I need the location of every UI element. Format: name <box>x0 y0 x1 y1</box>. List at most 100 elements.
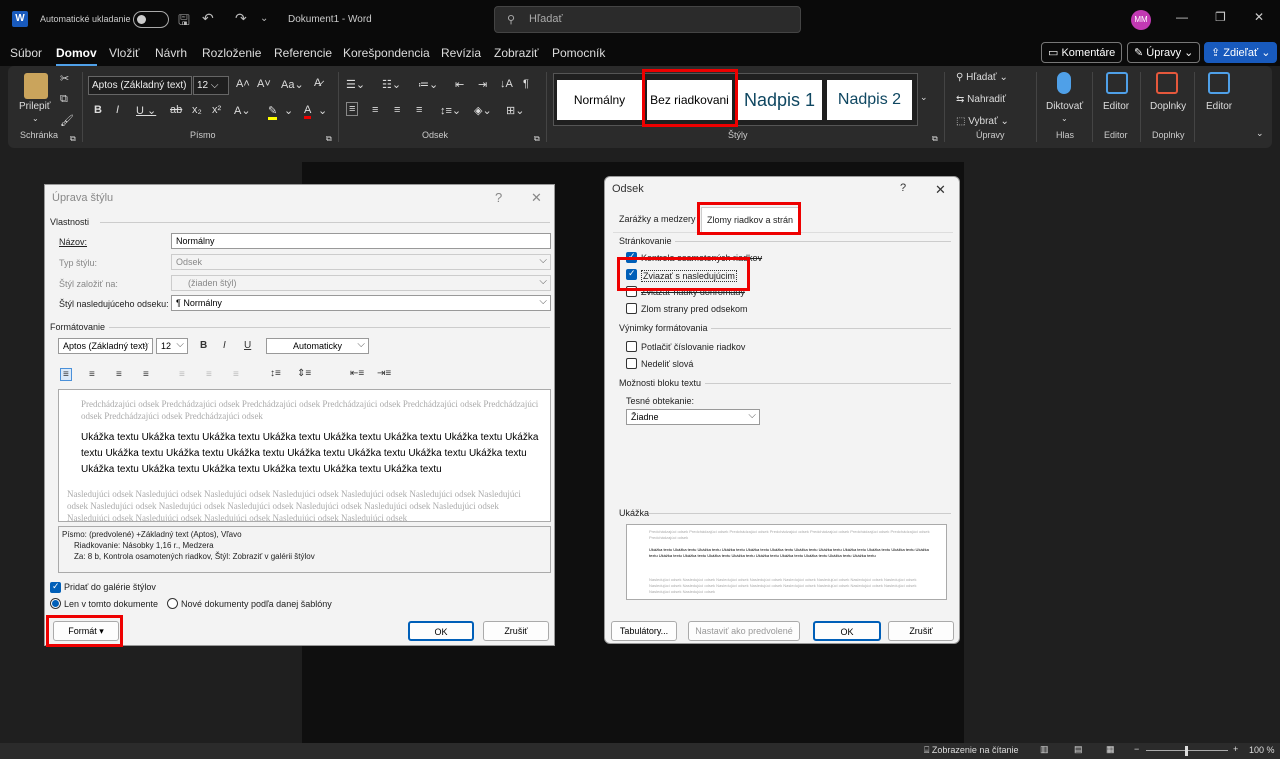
tab-pomocnik[interactable]: Pomocník <box>552 46 605 60</box>
decrease-indent-icon[interactable]: ⇤ <box>455 78 464 91</box>
format-painter-icon[interactable]: 🖌 <box>60 114 74 127</box>
tab-line-page-breaks[interactable]: Zlomy riadkov a strán <box>701 207 801 232</box>
collapse-ribbon-icon[interactable]: ⌄ <box>1256 128 1264 139</box>
font-color-icon[interactable]: A <box>304 104 312 119</box>
para-spacing-icon[interactable]: ⇕≡ <box>297 368 311 379</box>
color-select[interactable]: Automaticky <box>266 338 369 354</box>
minimize-icon[interactable]: — <box>1176 10 1188 24</box>
tab-zobrazit[interactable]: Zobraziť <box>494 46 539 60</box>
size-select[interactable]: 12 <box>156 338 188 354</box>
style-normal[interactable]: Normálny <box>557 80 642 120</box>
cancel-button[interactable]: Zrušiť <box>888 621 954 641</box>
tab-vlozit[interactable]: Vložiť <box>109 46 140 60</box>
next-style-select[interactable]: ¶ Normálny <box>171 295 551 311</box>
show-marks-icon[interactable]: ¶ <box>523 78 529 90</box>
style-no-spacing[interactable]: Bez riadkovani <box>647 80 732 120</box>
tab-referencie[interactable]: Referencie <box>274 46 332 60</box>
close-icon[interactable]: ✕ <box>531 190 542 206</box>
multilevel-list-icon[interactable]: ≔⌄ <box>418 78 438 91</box>
print-layout-icon[interactable]: ▤ <box>1074 744 1083 755</box>
tab-korespondencia[interactable]: Korešpondencia <box>343 46 430 60</box>
subscript-icon[interactable]: x₂ <box>192 104 202 116</box>
style-heading-1[interactable]: Nadpis 1 <box>737 80 822 120</box>
bold-icon[interactable]: B <box>200 340 207 351</box>
restore-icon[interactable]: ❐ <box>1215 10 1226 24</box>
page-break-checkbox[interactable] <box>626 303 637 314</box>
numbering-icon[interactable]: ☷⌄ <box>382 78 401 91</box>
microphone-icon[interactable] <box>1057 72 1071 94</box>
align-center-icon[interactable]: ≡ <box>372 104 378 116</box>
align-left-icon[interactable]: ≡ <box>346 102 359 116</box>
increase-indent-icon[interactable]: ⇥≡ <box>377 368 391 379</box>
text-effects-icon[interactable]: A⌄ <box>234 104 251 117</box>
shading-icon[interactable]: ◈⌄ <box>474 104 492 117</box>
styles-launcher-icon[interactable]: ⧉ <box>932 134 938 144</box>
clipboard-launcher-icon[interactable]: ⧉ <box>70 134 76 144</box>
keep-with-next-checkbox[interactable] <box>626 268 637 280</box>
suppress-numbers-checkbox[interactable] <box>626 341 637 352</box>
tab-rozlozenie[interactable]: Rozloženie <box>202 46 261 60</box>
paragraph-launcher-icon[interactable]: ⧉ <box>534 134 540 144</box>
new-docs-label[interactable]: Nové dokumenty podľa danej šablóny <box>181 599 332 609</box>
sort-icon[interactable]: ↓A <box>500 78 513 90</box>
font-color-dropdown-icon[interactable]: ⌄ <box>318 104 327 117</box>
replace-button[interactable]: ⇆ Nahradiť <box>956 94 1006 105</box>
styles-more-icon[interactable]: ⌄ <box>920 92 928 103</box>
justify-icon[interactable]: ≡ <box>143 369 149 380</box>
bold-icon[interactable]: B <box>94 104 102 116</box>
grow-font-icon[interactable]: A˄ <box>236 78 250 90</box>
align-right-icon[interactable]: ≡ <box>116 369 122 380</box>
ok-button[interactable]: OK <box>813 621 881 641</box>
editing-mode-button[interactable]: ✎ Úpravy ⌄ <box>1127 42 1201 63</box>
addins-label[interactable]: Doplnky <box>1150 101 1186 112</box>
keep-lines-checkbox[interactable] <box>626 286 637 297</box>
no-hyphenate-label[interactable]: Nedeliť slová <box>641 359 693 369</box>
change-case-icon[interactable]: Aa⌄ <box>281 78 304 91</box>
widow-control-checkbox[interactable] <box>626 251 637 263</box>
highlight-icon[interactable]: ✎ <box>268 104 278 120</box>
align-center-icon[interactable]: ≡ <box>89 369 95 380</box>
italic-icon[interactable]: I <box>223 340 226 351</box>
cancel-button[interactable]: Zrušiť <box>483 621 549 641</box>
tight-wrap-select[interactable]: Žiadne <box>626 409 760 425</box>
editor2-icon[interactable] <box>1208 72 1230 94</box>
italic-icon[interactable]: I <box>116 104 119 116</box>
read-mode-icon[interactable]: ▥ <box>1040 744 1049 755</box>
font-launcher-icon[interactable]: ⧉ <box>326 134 332 144</box>
line-spacing-icon[interactable]: ↕≡⌄ <box>440 104 461 117</box>
bullets-icon[interactable]: ☰⌄ <box>346 78 365 91</box>
redo-icon[interactable]: ↷ <box>235 10 247 27</box>
editor-label[interactable]: Editor <box>1103 101 1129 112</box>
name-input[interactable]: Normálny <box>171 233 551 249</box>
search-box[interactable]: ⚲ Hľadať <box>494 6 801 33</box>
addins-icon[interactable] <box>1156 72 1178 94</box>
tabs-button[interactable]: Tabulátory... <box>611 621 677 641</box>
editor2-label[interactable]: Editor <box>1206 101 1232 112</box>
only-this-doc-label[interactable]: Len v tomto dokumente <box>64 599 158 609</box>
editor-icon[interactable] <box>1106 72 1128 94</box>
add-to-gallery-label[interactable]: Pridať do galérie štýlov <box>64 582 156 592</box>
select-button[interactable]: ⬚ Vybrať ⌄ <box>956 116 1009 127</box>
style-heading-2[interactable]: Nadpis 2 <box>827 80 912 120</box>
add-to-gallery-checkbox[interactable] <box>50 581 61 593</box>
avatar[interactable]: MM <box>1131 10 1151 30</box>
share-button[interactable]: ⇪ Zdieľať ⌄ <box>1204 42 1278 63</box>
align-left-icon[interactable]: ≡ <box>60 368 72 381</box>
keep-with-next-label[interactable]: Zviazať s nasledujúcim <box>641 270 737 282</box>
type-select[interactable]: Odsek <box>171 254 551 270</box>
paste-label[interactable]: Prilepiť <box>19 101 51 112</box>
customize-toolbar-icon[interactable]: ⌄ <box>260 13 268 24</box>
close-icon[interactable]: ✕ <box>935 182 946 198</box>
undo-icon[interactable]: ↶ <box>202 10 214 27</box>
keep-lines-label[interactable]: Zviazať riadky dohromady <box>641 287 745 297</box>
based-on-select[interactable]: (žiaden štýl) <box>171 275 551 291</box>
tab-revizia[interactable]: Revízia <box>441 46 481 60</box>
paste-icon[interactable] <box>24 73 48 99</box>
no-hyphenate-checkbox[interactable] <box>626 358 637 369</box>
ok-button[interactable]: OK <box>408 621 474 641</box>
tab-subor[interactable]: Súbor <box>10 46 42 60</box>
tab-domov[interactable]: Domov <box>56 46 97 66</box>
font-name-combo[interactable]: Aptos (Základný text) <box>88 76 192 95</box>
strikethrough-icon[interactable]: ab <box>170 104 182 116</box>
help-icon[interactable]: ? <box>495 190 502 205</box>
